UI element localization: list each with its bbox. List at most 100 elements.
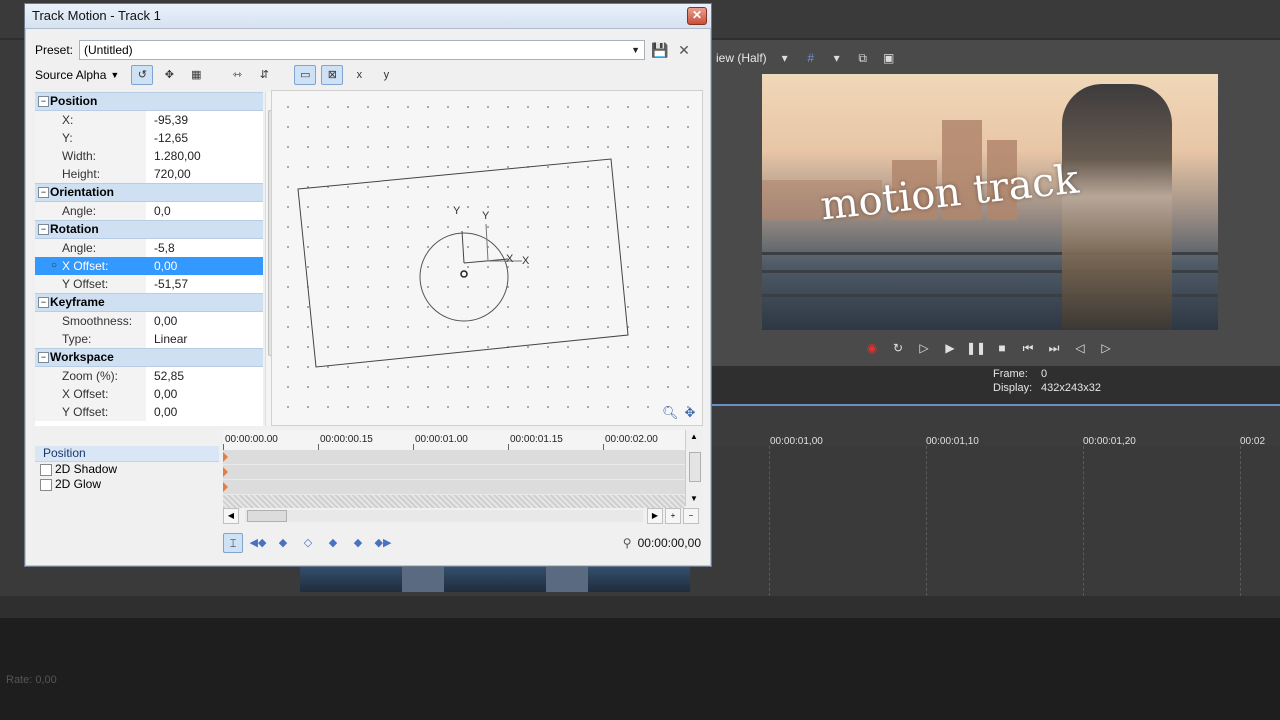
collapse-icon[interactable]: −	[38, 96, 49, 107]
prop-row[interactable]: Angle: -5,8	[35, 239, 263, 257]
next-frame-icon[interactable]: ▷	[1096, 338, 1116, 358]
checkbox[interactable]	[40, 479, 52, 491]
pause-icon[interactable]: ❚❚	[966, 338, 986, 358]
scroll-thumb[interactable]	[689, 452, 701, 482]
checkbox[interactable]	[40, 464, 52, 476]
keyframe-marker[interactable]	[223, 452, 228, 462]
first-keyframe-icon[interactable]: ◀◆	[248, 533, 268, 553]
prop-row[interactable]: X Offset: 0,00	[35, 385, 263, 403]
prop-row[interactable]: X: -95,39	[35, 111, 263, 129]
prop-row[interactable]: Smoothness: 0,00	[35, 312, 263, 330]
chevron-down-icon[interactable]: ▼	[110, 70, 119, 80]
last-keyframe-icon[interactable]: ◆▶	[373, 533, 393, 553]
delete-preset-icon[interactable]: ✕	[675, 41, 693, 59]
workspace-canvas[interactable]: Y Y X X	[272, 91, 704, 427]
prev-keyframe-icon[interactable]: ◆	[273, 533, 293, 553]
keyframe-nav-bar: ⌶ ◀◆ ◆ ◇ ◆ ◆ ◆▶ ⚲ 00:00:00,00	[223, 530, 701, 556]
prevent-y-icon[interactable]: y	[375, 65, 397, 85]
3d-box-icon[interactable]: ▦	[185, 65, 207, 85]
collapse-icon[interactable]: −	[38, 352, 49, 363]
zoom-icon[interactable]: 🔍︎	[662, 405, 679, 421]
rate-label: Rate: 0,00	[6, 674, 57, 686]
edit-in-object-space-icon[interactable]: ▭	[294, 65, 317, 85]
save-preset-icon[interactable]: 💾	[651, 41, 669, 59]
keyframe-hscroll[interactable]: ◀ ▶ + −	[223, 508, 701, 524]
scroll-up-icon[interactable]: ▲	[686, 430, 702, 444]
play-icon[interactable]: ▶	[940, 338, 960, 358]
add-keyframe-icon[interactable]: ◇	[298, 533, 318, 553]
section-rotation[interactable]: − Rotation	[35, 220, 263, 239]
chevron-down-icon[interactable]: ▾	[829, 51, 845, 65]
loop-icon[interactable]: ↻	[888, 338, 908, 358]
prop-row[interactable]: Y Offset: -51,57	[35, 275, 263, 293]
motion-workspace[interactable]: Y Y X X 🔍︎ ✥	[271, 90, 703, 426]
collapse-icon[interactable]: −	[38, 224, 49, 235]
prop-row[interactable]: Y: -12,65	[35, 129, 263, 147]
scroll-down-icon[interactable]: ▼	[686, 492, 702, 506]
track-2d-glow[interactable]: 2D Glow	[35, 477, 219, 492]
scroll-thumb[interactable]	[247, 510, 287, 522]
scroll-left-icon[interactable]: ◀	[223, 508, 239, 524]
prop-row[interactable]: Zoom (%): 52,85	[35, 367, 263, 385]
play-from-start-icon[interactable]: ▷	[914, 338, 934, 358]
section-workspace[interactable]: − Workspace	[35, 348, 263, 367]
pan-icon[interactable]: ✥	[682, 405, 698, 421]
collapse-icon[interactable]: −	[38, 297, 49, 308]
zoom-in-icon[interactable]: +	[665, 508, 681, 524]
stop-icon[interactable]: ■	[992, 338, 1012, 358]
prop-value: 0,00	[154, 314, 178, 328]
grid-icon[interactable]: #	[803, 51, 819, 65]
copy-snapshot-icon[interactable]: ⧉	[855, 51, 871, 65]
keyframe-time-value[interactable]: 00:00:00,00	[638, 536, 701, 550]
prop-row[interactable]: Height: 720,00	[35, 165, 263, 183]
sync-cursor-icon[interactable]: ⌶	[223, 533, 243, 553]
prevent-movement-icon[interactable]: ⊠	[321, 65, 344, 85]
track-motion-dialog: Track Motion - Track 1 ✕ Preset: (Untitl…	[24, 3, 712, 567]
keyframe-marker[interactable]	[223, 482, 228, 492]
axis-label-y: Y	[482, 210, 490, 222]
close-button[interactable]: ✕	[687, 7, 707, 25]
lock-time-icon[interactable]: ⚲	[623, 536, 632, 550]
keyframe-rows[interactable]	[223, 450, 685, 508]
lock-x-icon[interactable]: ⇿	[226, 65, 248, 85]
save-snapshot-icon[interactable]: ▣	[881, 51, 897, 65]
go-to-end-icon[interactable]: ⏭	[1044, 338, 1064, 358]
keyframe-marker[interactable]	[223, 467, 228, 477]
scroll-right-icon[interactable]: ▶	[647, 508, 663, 524]
section-keyframe[interactable]: − Keyframe	[35, 293, 263, 312]
collapse-icon[interactable]: −	[38, 187, 49, 198]
prop-value-input[interactable]: 0,00	[146, 257, 263, 275]
video-event-clip[interactable]	[300, 566, 690, 592]
track-2d-shadow[interactable]: 2D Shadow	[35, 462, 219, 477]
dialog-titlebar[interactable]: Track Motion - Track 1 ✕	[25, 4, 711, 29]
prop-row[interactable]: Width: 1.280,00	[35, 147, 263, 165]
track-position[interactable]: Position	[35, 446, 219, 462]
timeline-ruler[interactable]: 00:00:01,00 00:00:01,10 00:00:01,20 00:0…	[710, 404, 1280, 448]
record-icon[interactable]: ◉	[862, 338, 882, 358]
keyframe-vscroll[interactable]: ▲ ▼	[685, 430, 702, 506]
prop-row[interactable]: Type: Linear	[35, 330, 263, 348]
chevron-down-icon[interactable]: ▾	[777, 51, 793, 65]
next-keyframe-icon[interactable]: ◆	[348, 533, 368, 553]
keyframe-ruler[interactable]: 00:00:00.00 00:00:00.15 00:00:01.00 00:0…	[223, 430, 685, 451]
preview-quality-label[interactable]: iew (Half)	[716, 51, 767, 65]
section-position[interactable]: − Position	[35, 92, 263, 111]
preset-dropdown[interactable]: (Untitled) ▼	[79, 40, 645, 60]
zoom-out-icon[interactable]: −	[683, 508, 699, 524]
keyframe-track-list: Position 2D Shadow 2D Glow	[35, 446, 219, 556]
lock-y-icon[interactable]: ⇵	[253, 65, 275, 85]
go-to-start-icon[interactable]: ⏮	[1018, 338, 1038, 358]
move-tool-icon[interactable]: ✥	[158, 65, 180, 85]
delete-keyframe-icon[interactable]: ◆	[323, 533, 343, 553]
prop-row[interactable]: Y Offset: 0,00	[35, 403, 263, 421]
prevent-x-icon[interactable]: x	[348, 65, 370, 85]
prop-value: 1.280,00	[154, 149, 201, 163]
preview-toolbar: iew (Half) ▾ # ▾ ⧉ ▣	[710, 40, 1280, 76]
source-alpha-dropdown[interactable]: Source Alpha	[35, 68, 106, 82]
section-orientation[interactable]: − Orientation	[35, 183, 263, 202]
prop-row-selected[interactable]: ○ X Offset: 0,00	[35, 257, 263, 275]
rotate-tool-icon[interactable]: ↺	[131, 65, 154, 85]
prop-row[interactable]: Angle: 0,0	[35, 202, 263, 220]
prev-frame-icon[interactable]: ◁	[1070, 338, 1090, 358]
anime-character	[1062, 84, 1172, 330]
